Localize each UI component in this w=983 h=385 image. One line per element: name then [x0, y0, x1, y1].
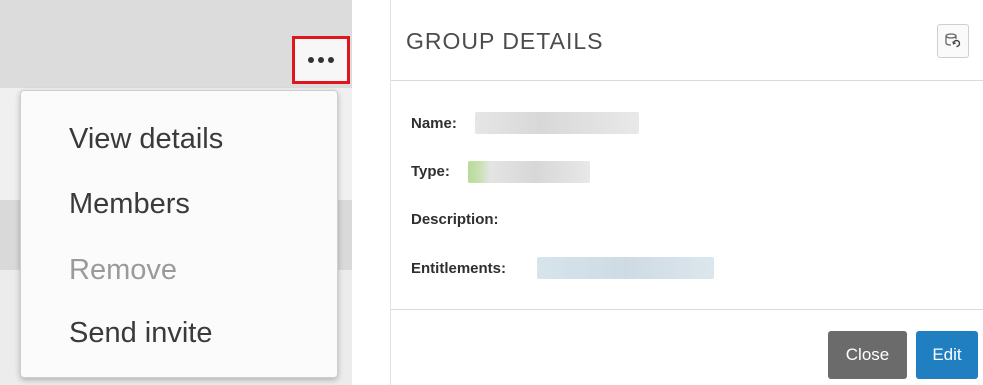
menu-item-view-details[interactable]: View details [69, 123, 223, 156]
menu-item-members[interactable]: Members [69, 188, 190, 221]
menu-item-send-invite[interactable]: Send invite [69, 317, 213, 350]
dialog-footer: Close Edit [391, 309, 983, 385]
description-label: Description: [411, 211, 499, 228]
more-horizontal-icon [308, 57, 334, 63]
dialog-header: GROUP DETAILS [391, 0, 983, 81]
edit-button[interactable]: Edit [916, 331, 978, 379]
type-label: Type: [411, 163, 450, 180]
row-actions-menu: View details Members Remove Send invite [20, 90, 338, 378]
refresh-icon [945, 33, 961, 48]
more-actions-button[interactable] [292, 36, 350, 84]
group-list-panel: View details Members Remove Send invite [0, 0, 352, 385]
dialog-title: GROUP DETAILS [406, 28, 604, 54]
refresh-button[interactable] [937, 24, 969, 58]
name-value-redacted [475, 112, 639, 134]
name-label: Name: [411, 115, 457, 132]
type-value-redacted [468, 161, 590, 183]
entitlements-label: Entitlements: [411, 260, 507, 277]
close-button[interactable]: Close [828, 331, 907, 379]
group-details-dialog: GROUP DETAILS Name: Type: Description: E… [390, 0, 983, 385]
menu-item-remove: Remove [69, 254, 177, 286]
entitlements-value-redacted [537, 257, 714, 279]
